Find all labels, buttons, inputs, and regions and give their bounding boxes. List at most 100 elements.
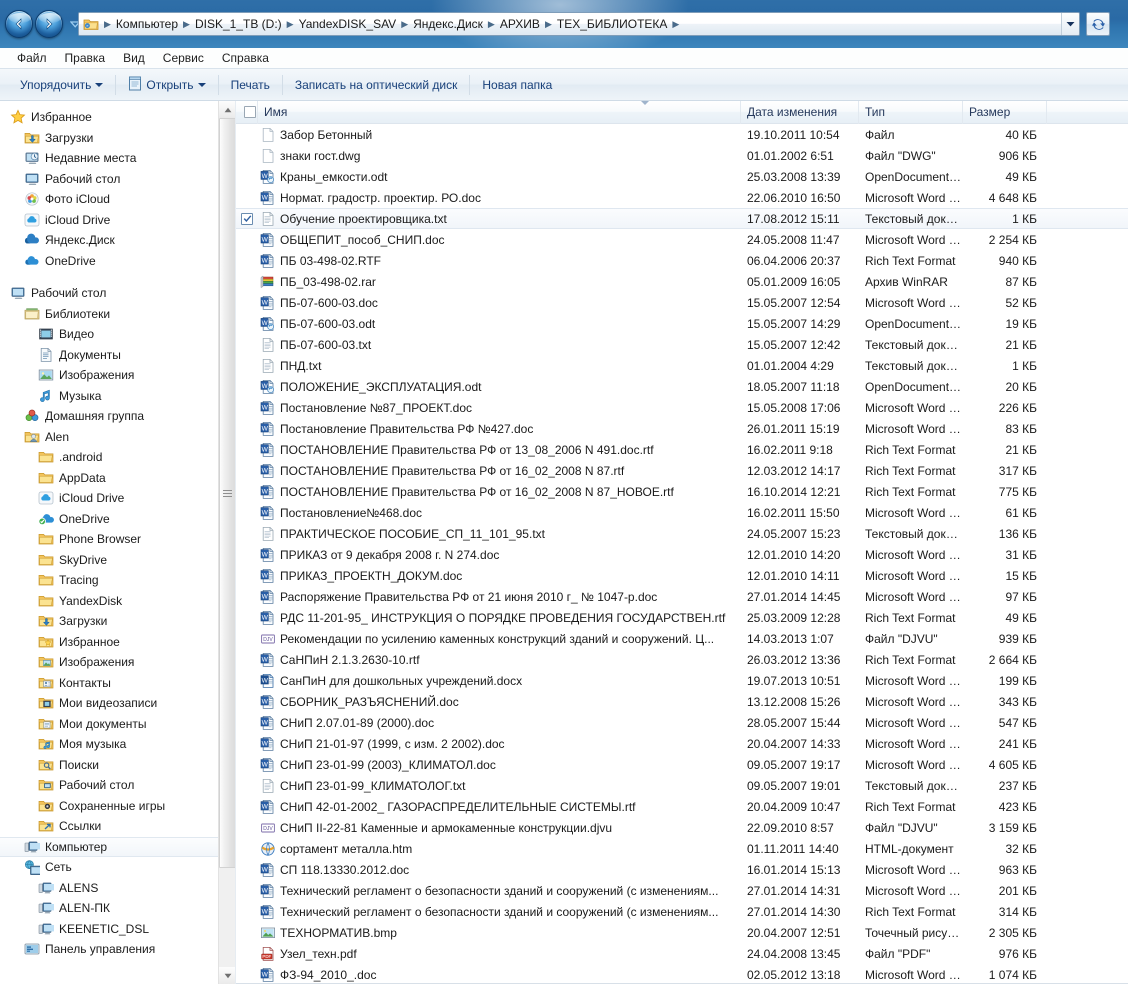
sidebar-item-icloud-drive[interactable]: iCloud Drive — [0, 210, 235, 231]
sidebar-scroll-thumb[interactable] — [219, 118, 235, 868]
table-row[interactable]: W СНиП 2.07.01-89 (2000).doc 28.05.2007 15… — [236, 712, 1128, 733]
breadcrumb-item-2[interactable]: YandexDISK_SAV — [296, 16, 400, 32]
address-bar[interactable]: » ▶ Компьютер ▶ DISK_1_TB (D:) ▶ YandexD… — [78, 12, 1080, 36]
row-checkbox-cell[interactable] — [236, 212, 258, 225]
sidebar-item-appdata[interactable]: AppData — [0, 468, 235, 489]
table-row[interactable]: W СаНПиН 2.1.3.2630-10.rtf 26.03.2012 13:3… — [236, 649, 1128, 670]
menu-edit[interactable]: Правка — [56, 49, 115, 67]
table-row[interactable]: знаки гост.dwg 01.01.2002 6:51 Файл "DWG" 9… — [236, 145, 1128, 166]
scroll-down-button[interactable] — [219, 967, 235, 984]
column-header-date[interactable]: Дата изменения — [741, 101, 859, 124]
file-name[interactable]: Рекомендации по усилению каменных констр… — [278, 632, 741, 646]
file-name[interactable]: Технический регламент о безопасности зда… — [278, 884, 741, 898]
table-row[interactable]: W ПБ 03-498-02.RTF 06.04.2006 20:37 Rich Te… — [236, 250, 1128, 271]
sidebar-item-keenetic-dsl[interactable]: KEENETIC_DSL — [0, 919, 235, 940]
file-name[interactable]: Забор Бетонный — [278, 128, 741, 142]
file-name[interactable]: ПРАКТИЧЕСКОЕ ПОСОБИЕ_СП_11_101_95.txt — [278, 527, 741, 541]
sidebar-item-музыка[interactable]: Музыка — [0, 386, 235, 407]
table-row[interactable]: PDF Узел_техн.pdf 24.04.2008 13:45 Файл "PD… — [236, 943, 1128, 964]
sidebar-scrollbar[interactable] — [218, 101, 235, 984]
table-row[interactable]: Обучение проектировщика.txt 17.08.2012 15… — [236, 208, 1128, 229]
select-all-checkbox[interactable] — [243, 106, 256, 118]
breadcrumb-item-3[interactable]: Яндекс.Диск — [410, 16, 486, 32]
sidebar-item-рабочий-стол[interactable]: Рабочий стол — [0, 775, 235, 796]
menu-view[interactable]: Вид — [114, 49, 154, 67]
select-all-header[interactable] — [236, 101, 258, 124]
burn-to-disc-button[interactable]: Записать на оптический диск — [287, 75, 466, 95]
sidebar-item-onedrive[interactable]: OneDrive — [0, 251, 235, 272]
sidebar-item-icloud-drive[interactable]: iCloud Drive — [0, 488, 235, 509]
table-row[interactable]: W Постановление №87_ПРОЕКТ.doc 15.05.2008 … — [236, 397, 1128, 418]
sidebar-item-избранное[interactable]: Избранное — [0, 107, 235, 128]
file-name[interactable]: Постановление Правительства РФ №427.doc — [278, 422, 741, 436]
table-row[interactable]: W ПОСТАНОВЛЕНИЕ Правительства РФ от 16_02… — [236, 460, 1128, 481]
file-name[interactable]: знаки гост.dwg — [278, 149, 741, 163]
chevron-down-icon[interactable] — [1061, 13, 1079, 35]
file-name[interactable]: Краны_емкости.odt — [278, 170, 741, 184]
sidebar-item-изображения[interactable]: Изображения — [0, 365, 235, 386]
file-name[interactable]: ТЕХНОРМАТИВ.bmp — [278, 926, 741, 940]
sidebar-item-skydrive[interactable]: SkyDrive — [0, 550, 235, 571]
sidebar-item-tracing[interactable]: Tracing — [0, 570, 235, 591]
sidebar-item-библиотеки[interactable]: Библиотеки — [0, 304, 235, 325]
table-row[interactable]: W ПБ-07-600-03.doc 15.05.2007 12:54 Microso… — [236, 292, 1128, 313]
sidebar-item-alen-пк[interactable]: ALEN-ПК — [0, 898, 235, 919]
sidebar-item-моя-музыка[interactable]: Моя музыка — [0, 734, 235, 755]
breadcrumb[interactable]: » ▶ Компьютер ▶ DISK_1_TB (D:) ▶ YandexD… — [79, 13, 1061, 35]
table-row[interactable]: W СНиП 23-01-99 (2003)_КЛИМАТОЛ.doc 09.05.… — [236, 754, 1128, 775]
table-row[interactable]: W ПРИКАЗ_ПРОЕКТН_ДОКУМ.doc 12.01.2010 14:1… — [236, 565, 1128, 586]
file-name[interactable]: Обучение проектировщика.txt — [278, 212, 741, 226]
table-row[interactable]: ПБ-07-600-03.txt 15.05.2007 12:42 Текстовы… — [236, 334, 1128, 355]
table-row[interactable]: СНиП 23-01-99_КЛИМАТОЛОГ.txt 09.05.2007 1… — [236, 775, 1128, 796]
file-name[interactable]: СП 118.13330.2012.doc — [278, 863, 741, 877]
file-name[interactable]: РДС 11-201-95_ ИНСТРУКЦИЯ О ПОРЯДКЕ ПРОВ… — [278, 611, 741, 625]
sidebar-item-фото-icloud[interactable]: Фото iCloud — [0, 189, 235, 210]
table-row[interactable]: Забор Бетонный 19.10.2011 10:54 Файл 40 КБ — [236, 124, 1128, 145]
sidebar-item-загрузки[interactable]: Загрузки — [0, 128, 235, 149]
file-name[interactable]: ОБЩЕПИТ_пособ_СНИП.doc — [278, 233, 741, 247]
table-row[interactable]: W Постановление Правительства РФ №427.doc… — [236, 418, 1128, 439]
table-row[interactable]: W СНиП 42-01-2002_ ГАЗОРАСПРЕДЕЛИТЕЛЬНЫЕ … — [236, 796, 1128, 817]
table-row[interactable]: W РДС 11-201-95_ ИНСТРУКЦИЯ О ПОРЯДКЕ ПРО… — [236, 607, 1128, 628]
sidebar-item-сеть[interactable]: Сеть — [0, 857, 235, 878]
sidebar-item-компьютер[interactable]: Компьютер — [0, 836, 235, 857]
sidebar-item-мои-видеозаписи[interactable]: Мои видеозаписи — [0, 693, 235, 714]
file-name[interactable]: ФЗ-94_2010_.doc — [278, 968, 741, 982]
sidebar-item-yandexdisk[interactable]: YandexDisk — [0, 591, 235, 612]
sidebar-item-мои-документы[interactable]: Мои документы — [0, 714, 235, 735]
column-header-size[interactable]: Размер — [963, 101, 1047, 124]
file-name[interactable]: сортамент металла.htm — [278, 842, 741, 856]
sidebar-item-onedrive[interactable]: OneDrive — [0, 509, 235, 530]
file-name[interactable]: Постановление№468.doc — [278, 506, 741, 520]
breadcrumb-item-5[interactable]: ТЕХ_БИБЛИОТЕКА — [554, 16, 671, 32]
menu-help[interactable]: Справка — [213, 49, 278, 67]
file-name[interactable]: ПНД.txt — [278, 359, 741, 373]
file-name[interactable]: Постановление №87_ПРОЕКТ.doc — [278, 401, 741, 415]
sidebar-item-изображения[interactable]: Изображения — [0, 652, 235, 673]
table-row[interactable]: W ПОСТАНОВЛЕНИЕ Правительства РФ от 13_08… — [236, 439, 1128, 460]
table-row[interactable]: W СНиП 21-01-97 (1999, с изм. 2 2002).doc… — [236, 733, 1128, 754]
scroll-up-button[interactable] — [219, 101, 235, 118]
table-row[interactable]: W Постановление№468.doc 16.02.2011 15:50 Mi… — [236, 502, 1128, 523]
table-row[interactable]: W Технический регламент о безопасности зд… — [236, 901, 1128, 922]
file-name[interactable]: ПБ-07-600-03.txt — [278, 338, 741, 352]
file-name[interactable]: ПБ-07-600-03.odt — [278, 317, 741, 331]
forward-button[interactable] — [35, 10, 63, 38]
file-name[interactable]: СБОРНИК_РАЗЪЯСНЕНИЙ.doc — [278, 695, 741, 709]
file-name[interactable]: ПБ-07-600-03.doc — [278, 296, 741, 310]
back-button[interactable] — [5, 10, 33, 38]
file-name[interactable]: Технический регламент о безопасности зда… — [278, 905, 741, 919]
print-button[interactable]: Печать — [223, 75, 278, 95]
file-name[interactable]: Узел_техн.pdf — [278, 947, 741, 961]
organize-button[interactable]: Упорядочить — [12, 75, 111, 95]
refresh-button[interactable] — [1086, 12, 1110, 36]
table-row[interactable]: W Распоряжение Правительства РФ от 21 июн… — [236, 586, 1128, 607]
file-name[interactable]: ПОСТАНОВЛЕНИЕ Правительства РФ от 16_02_… — [278, 464, 741, 478]
sidebar-item-рабочий-стол[interactable]: Рабочий стол — [0, 169, 235, 190]
table-row[interactable]: W ПОЛОЖЕНИЕ_ЭКСПЛУАТАЦИЯ.odt 18.05.2007 11… — [236, 376, 1128, 397]
file-name[interactable]: ПОСТАНОВЛЕНИЕ Правительства РФ от 13_08_… — [278, 443, 741, 457]
table-row[interactable]: W Нормат. градостр. проектир. РО.doc 22.06… — [236, 187, 1128, 208]
sidebar-item-сохраненные-игры[interactable]: Сохраненные игры — [0, 796, 235, 817]
breadcrumb-item-1[interactable]: DISK_1_TB (D:) — [192, 16, 285, 32]
file-name[interactable]: ПОЛОЖЕНИЕ_ЭКСПЛУАТАЦИЯ.odt — [278, 380, 741, 394]
